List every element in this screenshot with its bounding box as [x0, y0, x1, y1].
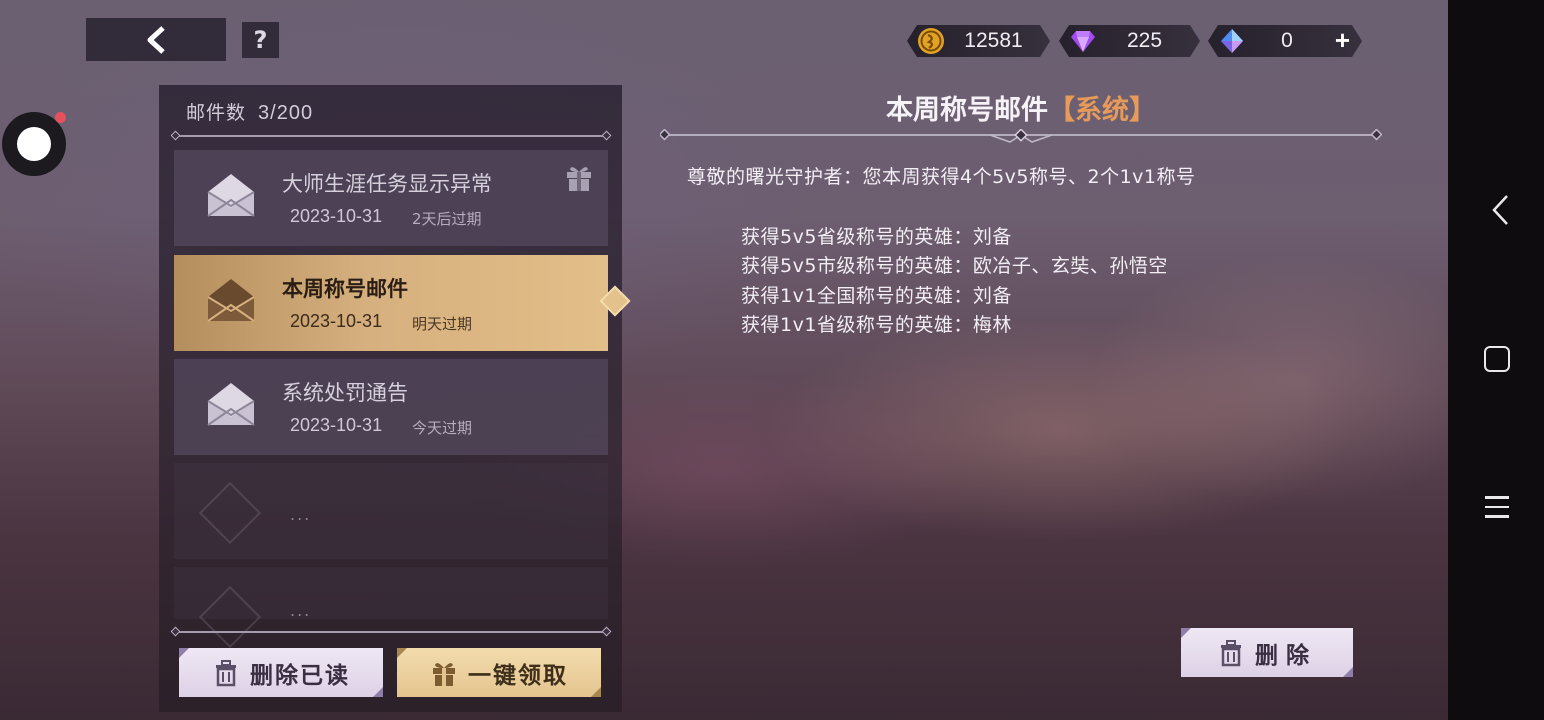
envelope-icon [207, 383, 255, 426]
mail-count-value: 3/200 [258, 102, 314, 124]
delete-read-label: 删除已读 [250, 662, 350, 689]
mail-list-top-divider [170, 130, 612, 141]
system-back-icon[interactable] [1486, 192, 1516, 228]
back-button[interactable] [86, 18, 226, 61]
recording-indicator-dot [55, 112, 66, 123]
gift-icon [433, 662, 455, 686]
gold-coin-counter[interactable]: 12581 [907, 25, 1050, 57]
empty-mail-slot: ... [174, 567, 608, 649]
mail-greeting: 尊敬的曙光守护者：您本周获得4个5v5称号、2个1v1称号 [687, 166, 1196, 188]
mail-count: 邮件数 3/200 [186, 98, 313, 125]
trash-icon [1221, 639, 1241, 666]
mail-item[interactable]: 大师生涯任务显示异常 2023-10-31 2天后过期 [174, 150, 608, 246]
empty-slot-placeholder: ... [290, 505, 312, 524]
delete-mail-button[interactable]: 删除 [1181, 628, 1353, 677]
mail-detail-title: 本周称号邮件【系统】 [660, 88, 1382, 127]
mail-expire: 今天过期 [412, 419, 473, 437]
delete-read-button[interactable]: 删除已读 [179, 648, 383, 697]
purple-diamond-icon [1069, 27, 1097, 55]
purple-diamond-value: 225 [1126, 29, 1163, 52]
delete-mail-label: 删除 [1255, 642, 1317, 669]
mail-title: 系统处罚通告 [282, 381, 408, 405]
purple-diamond-counter[interactable]: 225 [1059, 25, 1200, 57]
empty-slot-placeholder: ... [290, 601, 312, 620]
gift-icon [567, 167, 591, 191]
mail-count-label: 邮件数 [186, 102, 247, 124]
mail-detail-tag: 【系统】 [1048, 95, 1156, 126]
mail-date: 2023-10-31 [290, 206, 383, 226]
mail-expire: 明天过期 [412, 315, 473, 333]
mail-body-line: 获得1v1全国称号的英雄：刘备 [741, 285, 1012, 307]
mail-date: 2023-10-31 [290, 415, 383, 435]
mail-title: 大师生涯任务显示异常 [282, 172, 492, 196]
system-home-icon[interactable] [1484, 346, 1510, 372]
mail-item-selected[interactable]: 本周称号邮件 2023-10-31 明天过期 [174, 255, 608, 351]
gold-coin-value: 12581 [964, 29, 1023, 52]
mail-body-line: 获得5v5市级称号的英雄：欧冶子、玄奘、孙悟空 [741, 255, 1168, 277]
blue-crystal-counter[interactable]: 0 + [1208, 25, 1362, 57]
mail-expire: 2天后过期 [412, 210, 482, 228]
collect-all-button[interactable]: 一键领取 [397, 648, 601, 697]
trash-icon [216, 659, 236, 686]
chevron-left-icon [147, 25, 165, 54]
collect-all-label: 一键领取 [468, 662, 568, 689]
mail-detail-title-text: 本周称号邮件 [886, 95, 1048, 126]
mail-body-line: 获得5v5省级称号的英雄：刘备 [741, 226, 1012, 248]
help-button[interactable]: ? [242, 22, 279, 58]
gold-coin-icon [917, 27, 945, 55]
mail-item[interactable]: 系统处罚通告 2023-10-31 今天过期 [174, 359, 608, 455]
envelope-icon [207, 279, 255, 322]
detail-title-divider [660, 129, 1382, 143]
mail-list-bottom-divider [170, 626, 612, 637]
blue-crystal-value: 0 [1281, 29, 1293, 52]
mail-date: 2023-10-31 [290, 311, 383, 331]
empty-mail-slot: ... [174, 463, 608, 559]
mail-body-line: 获得1v1省级称号的英雄：梅林 [741, 314, 1012, 336]
envelope-icon [207, 174, 255, 217]
help-label: ? [253, 26, 268, 54]
system-recents-icon[interactable] [1485, 496, 1509, 518]
blue-crystal-icon [1218, 27, 1246, 55]
add-crystal-button[interactable]: + [1335, 25, 1350, 56]
mail-title: 本周称号邮件 [282, 277, 408, 301]
